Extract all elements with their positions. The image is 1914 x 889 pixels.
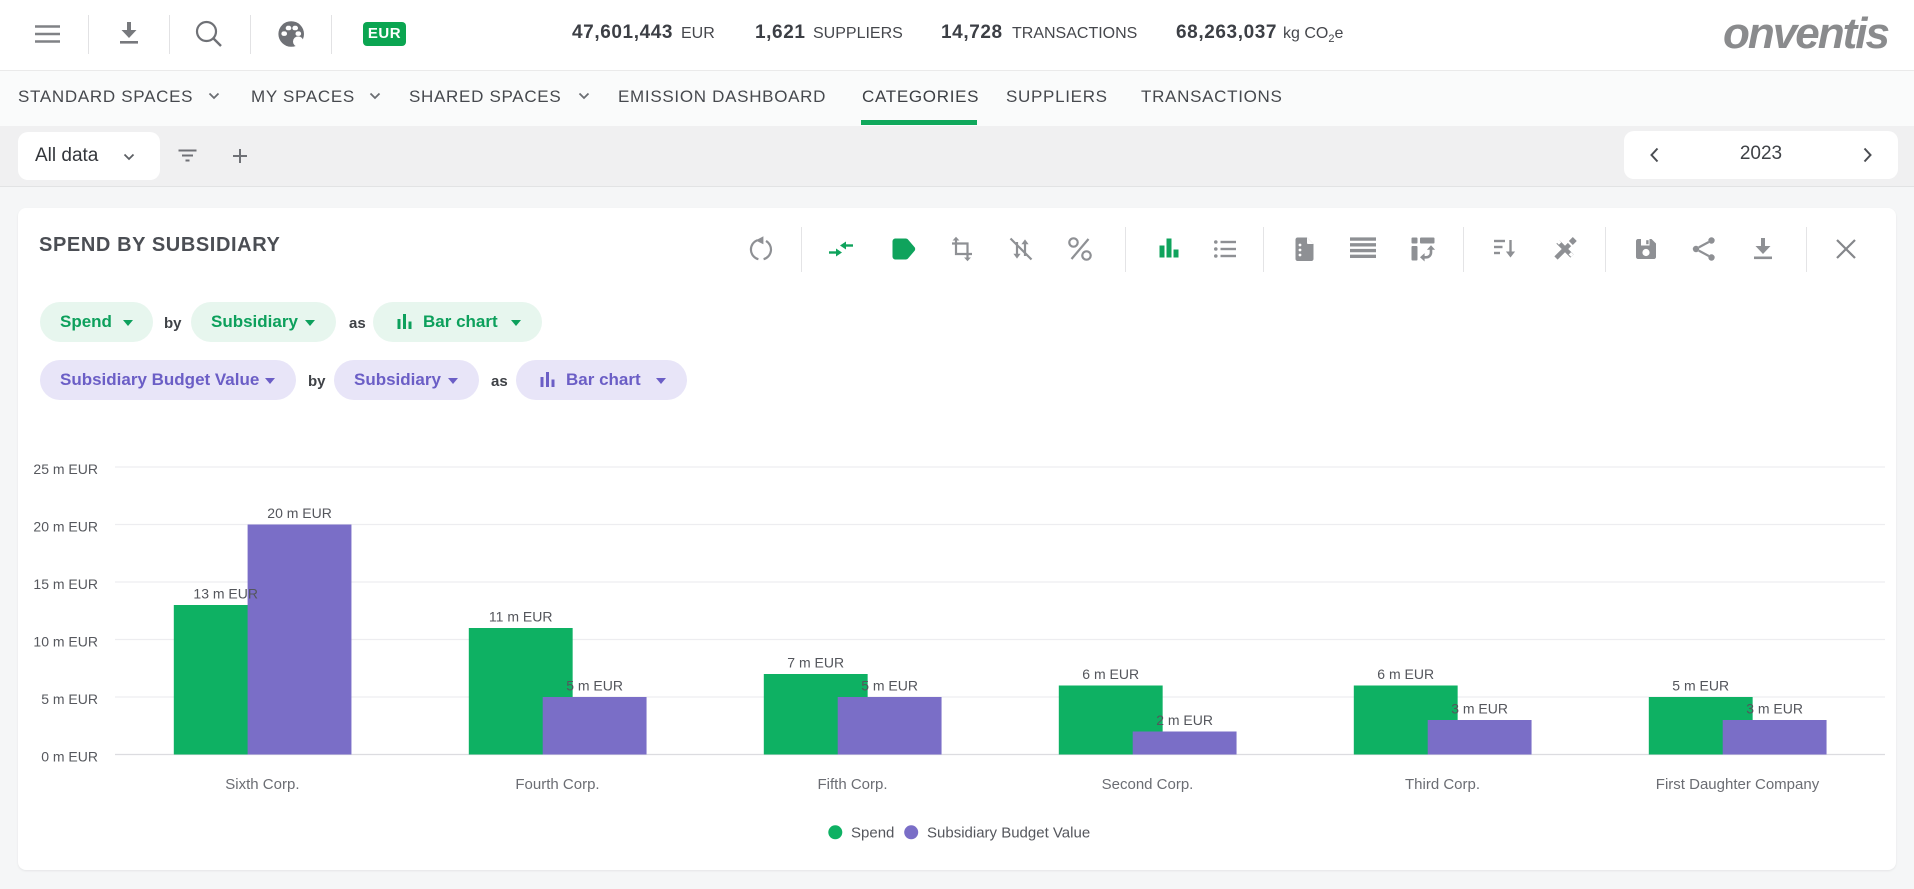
- svg-text:Fifth Corp.: Fifth Corp.: [817, 776, 887, 793]
- svg-text:5 m EUR: 5 m EUR: [41, 691, 98, 707]
- svg-text:Third Corp.: Third Corp.: [1405, 776, 1480, 793]
- svg-text:Second Corp.: Second Corp.: [1102, 776, 1194, 793]
- svg-text:11 m EUR: 11 m EUR: [489, 609, 553, 625]
- svg-text:5 m EUR: 5 m EUR: [861, 678, 918, 694]
- svg-text:2 m EUR: 2 m EUR: [1156, 712, 1213, 728]
- svg-text:20 m EUR: 20 m EUR: [267, 505, 332, 521]
- svg-text:Fourth Corp.: Fourth Corp.: [515, 776, 599, 793]
- svg-text:10 m EUR: 10 m EUR: [33, 633, 98, 649]
- svg-text:25 m EUR: 25 m EUR: [33, 461, 98, 477]
- svg-text:Sixth Corp.: Sixth Corp.: [225, 776, 299, 793]
- svg-text:5 m EUR: 5 m EUR: [1672, 678, 1729, 694]
- svg-text:6 m EUR: 6 m EUR: [1377, 666, 1434, 682]
- svg-text:13 m EUR: 13 m EUR: [193, 586, 258, 602]
- svg-text:5 m EUR: 5 m EUR: [566, 678, 623, 694]
- svg-text:7 m EUR: 7 m EUR: [787, 655, 844, 671]
- svg-text:0 m EUR: 0 m EUR: [41, 748, 98, 764]
- svg-text:3 m EUR: 3 m EUR: [1451, 701, 1508, 717]
- svg-text:3 m EUR: 3 m EUR: [1746, 701, 1803, 717]
- svg-text:15 m EUR: 15 m EUR: [33, 576, 98, 592]
- svg-text:Subsidiary Budget Value: Subsidiary Budget Value: [927, 825, 1090, 842]
- svg-text:Spend: Spend: [851, 825, 894, 842]
- svg-text:6 m EUR: 6 m EUR: [1082, 666, 1139, 682]
- svg-text:20 m EUR: 20 m EUR: [33, 518, 98, 534]
- svg-text:First Daughter Company: First Daughter Company: [1656, 776, 1820, 793]
